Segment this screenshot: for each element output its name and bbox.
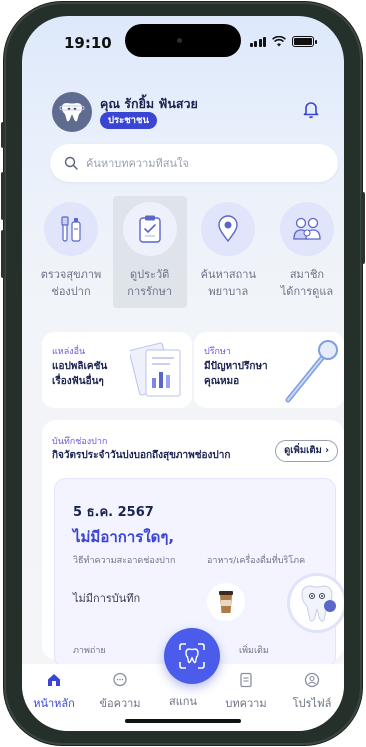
menu-label-find-clinic: ค้นหาสถาน พยาบาล bbox=[200, 268, 256, 298]
record-photo-label: ภาพถ่าย bbox=[73, 646, 106, 656]
record-no-entry: ไม่มีการบันทึก bbox=[73, 592, 141, 605]
promo-tag-consult: ปรึกษา bbox=[204, 347, 231, 357]
nav-home[interactable]: หน้าหลัก bbox=[22, 672, 86, 712]
nav-profile-label: โปรไฟล์ bbox=[292, 697, 332, 710]
record-label: บันทึกช่องปาก bbox=[52, 437, 108, 447]
nav-articles[interactable]: บทความ bbox=[214, 672, 278, 712]
record-title: กิจวัตรประจำวันบ่งบอกถึงสุขภาพช่องปาก bbox=[52, 450, 231, 461]
menu-item-treatment-history[interactable]: ดูประวัติ การรักษา bbox=[112, 196, 187, 308]
signal-icon bbox=[249, 36, 266, 47]
nav-home-label: หน้าหลัก bbox=[33, 697, 75, 710]
menu-item-members[interactable]: สมาชิก ได้การดูแล bbox=[270, 202, 344, 308]
nav-messages-label: ข้อความ bbox=[99, 697, 141, 710]
clipboard-icon bbox=[122, 202, 177, 256]
search-input[interactable] bbox=[86, 156, 306, 170]
status-icons bbox=[249, 36, 317, 47]
location-pin-icon bbox=[201, 202, 256, 256]
power-button bbox=[361, 192, 365, 264]
menu-label-treatment-history: ดูประวัติ การรักษา bbox=[127, 268, 173, 298]
see-more-label: ดูเพิ่มเติม bbox=[284, 445, 322, 456]
promo-card-consult-doctor[interactable]: ปรึกษา มีปัญหาปรึกษา คุณหมอ bbox=[194, 332, 344, 408]
feature-menu: ตรวจสุขภาพ ช่องปาก ดูประวัติ การรักษา ค้… bbox=[34, 196, 344, 308]
nav-articles-label: บทความ bbox=[225, 697, 267, 710]
volume-up-button bbox=[1, 172, 5, 220]
record-symptom: ไม่มีอาการใดๆ, bbox=[73, 528, 175, 546]
status-time: 19:10 bbox=[64, 34, 112, 52]
scan-button[interactable] bbox=[164, 628, 220, 684]
app-screen: 19:10 คุณ รักยิ้ม ฟันสวย ประชาชน ค้นหาบท… bbox=[22, 16, 344, 731]
dynamic-island bbox=[125, 24, 241, 57]
chevron-right-icon: › bbox=[325, 445, 329, 456]
promo-tag-other-apps: แหล่งอื่น bbox=[52, 347, 86, 357]
menu-item-find-clinic[interactable]: ค้นหาสถาน พยาบาล bbox=[191, 202, 265, 308]
notification-bell-icon[interactable] bbox=[300, 98, 322, 120]
battery-icon bbox=[292, 36, 317, 47]
nav-messages[interactable]: ข้อความ bbox=[88, 672, 152, 712]
message-icon bbox=[113, 672, 127, 687]
avatar[interactable] bbox=[52, 92, 92, 132]
oral-record-card: บันทึกช่องปาก กิจวัตรประจำวันบ่งบอกถึงสุ… bbox=[42, 420, 344, 668]
promo-title-other-apps: แอปพลิเคชัน เรื่องฟันอื่นๆ bbox=[52, 361, 108, 387]
record-col-cleaning: วิธีทำความสะอาดช่องปาก bbox=[73, 556, 176, 566]
phone-frame: 19:10 คุณ รักยิ้ม ฟันสวย ประชาชน ค้นหาบท… bbox=[1, 2, 365, 745]
see-more-button[interactable]: ดูเพิ่มเติม › bbox=[275, 440, 338, 462]
profile-icon bbox=[304, 672, 320, 688]
menu-label-members: สมาชิก ได้การดูแล bbox=[280, 268, 334, 298]
wifi-icon bbox=[272, 36, 286, 47]
dental-mirror-icon bbox=[285, 340, 338, 403]
scan-tooth-icon bbox=[179, 643, 205, 669]
promo-title-consult: มีปัญหาปรึกษา คุณหมอ bbox=[204, 361, 268, 387]
volume-down-button bbox=[1, 230, 5, 278]
search-bar[interactable] bbox=[50, 144, 338, 182]
nav-scan-label: สแกน bbox=[169, 695, 197, 708]
tooth-mascot-icon bbox=[301, 585, 336, 622]
article-icon bbox=[240, 672, 252, 688]
record-col-food: อาหาร/เครื่องดื่มที่บริโภค bbox=[207, 556, 306, 566]
coffee-cup-icon bbox=[207, 583, 245, 621]
record-date: 5 ธ.ค. 2567 bbox=[73, 505, 154, 520]
user-role-badge: ประชาชน bbox=[100, 112, 157, 129]
menu-label-dental-check: ตรวจสุขภาพ ช่องปาก bbox=[40, 268, 102, 298]
record-more-label: เพิ่มเติม bbox=[239, 646, 269, 656]
tooth-avatar-icon bbox=[59, 103, 85, 122]
home-icon bbox=[48, 674, 60, 686]
mascot-chat-button[interactable] bbox=[290, 576, 344, 630]
user-name: คุณ รักยิ้ม ฟันสวย bbox=[100, 96, 198, 111]
search-icon bbox=[64, 156, 78, 170]
documents-illustration-icon bbox=[130, 342, 181, 397]
silent-switch bbox=[1, 122, 5, 148]
family-icon bbox=[279, 202, 334, 256]
nav-profile[interactable]: โปรไฟล์ bbox=[280, 672, 344, 712]
menu-item-dental-check[interactable]: ตรวจสุขภาพ ช่องปาก bbox=[34, 202, 108, 308]
toothbrush-icon bbox=[44, 202, 98, 256]
home-indicator bbox=[125, 719, 241, 723]
promo-card-other-apps[interactable]: แหล่งอื่น แอปพลิเคชัน เรื่องฟันอื่นๆ bbox=[42, 332, 192, 408]
